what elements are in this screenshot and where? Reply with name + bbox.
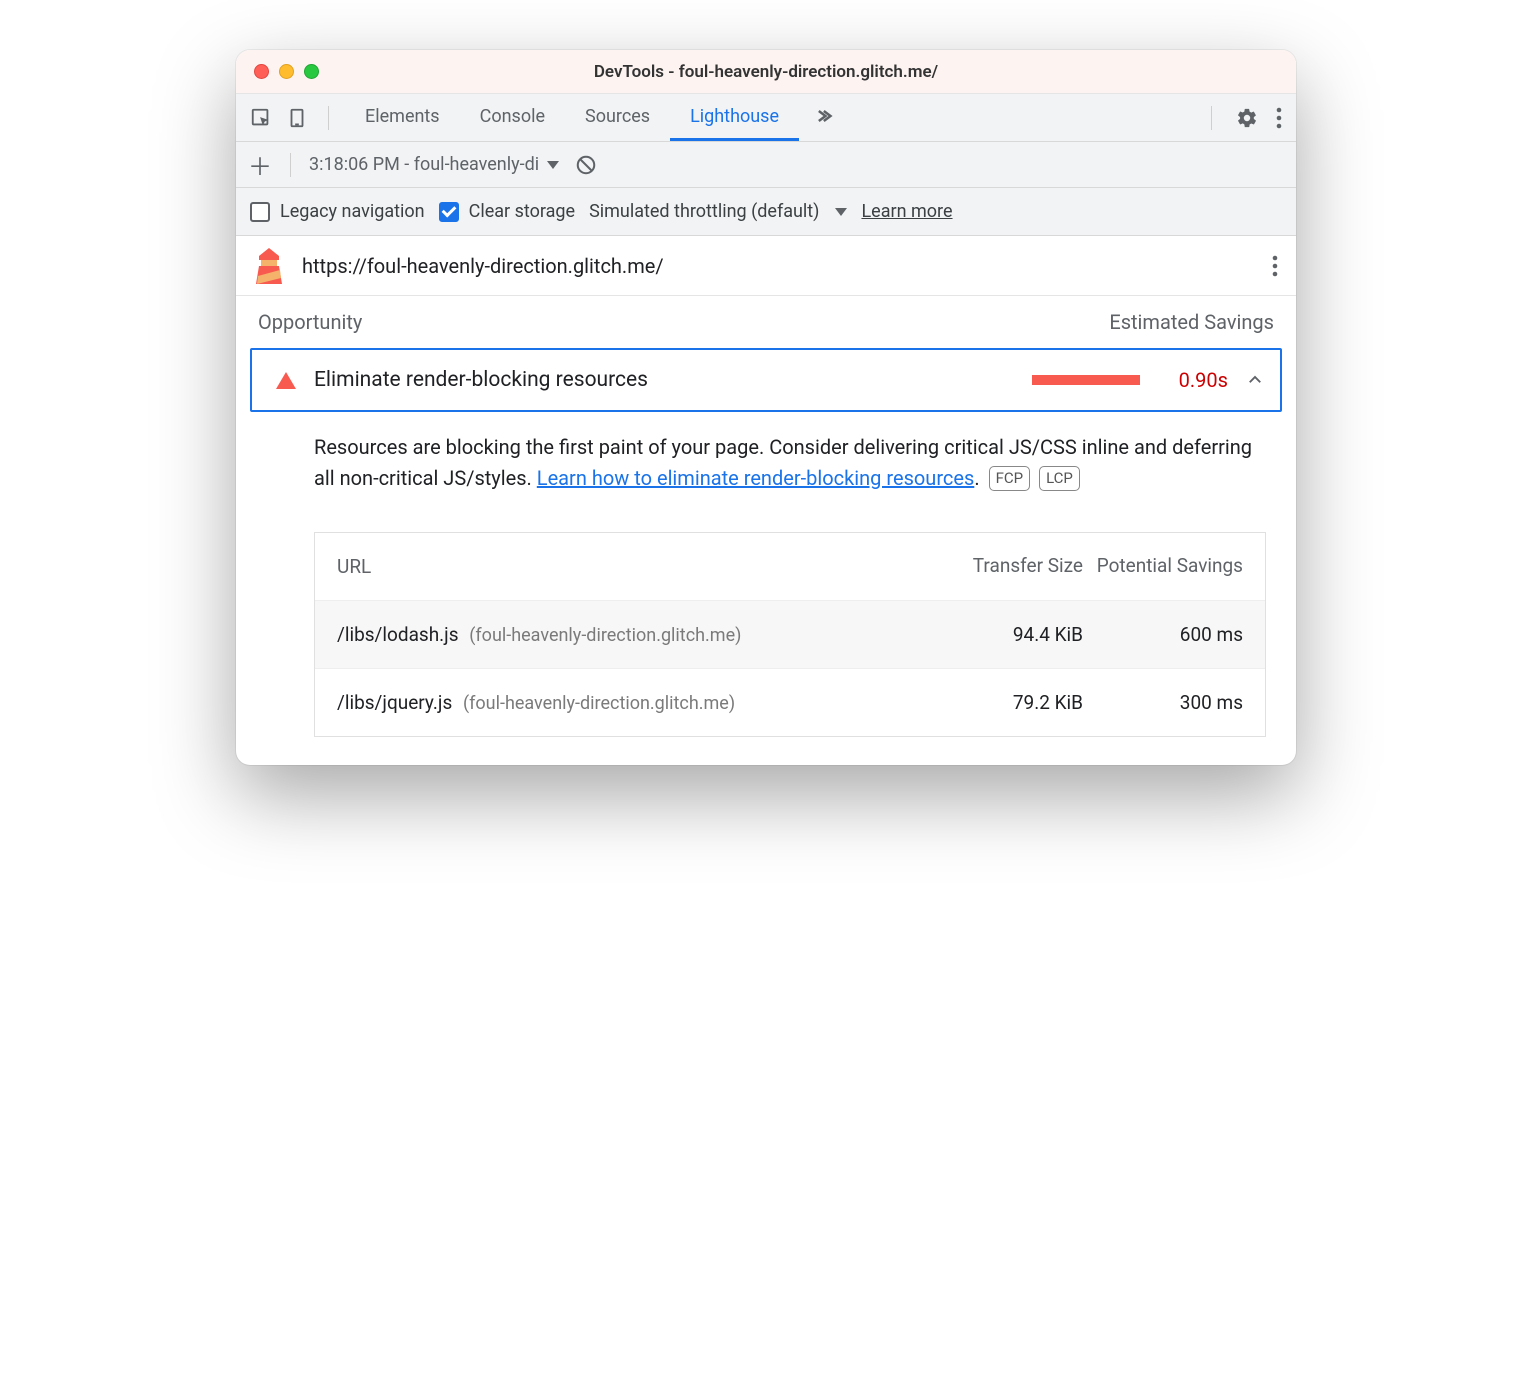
lighthouse-icon xyxy=(254,248,284,284)
report-label: 3:18:06 PM - foul-heavenly-di xyxy=(309,154,539,175)
traffic-lights xyxy=(236,64,319,79)
cell-savings: 600 ms xyxy=(1083,623,1243,646)
tab-lighthouse[interactable]: Lighthouse xyxy=(670,94,799,141)
cell-url: /libs/lodash.js (foul-heavenly-direction… xyxy=(337,623,933,646)
throttling-select[interactable]: Simulated throttling (default) xyxy=(589,201,847,222)
chevron-up-icon xyxy=(1246,371,1264,389)
device-toolbar-icon[interactable] xyxy=(286,107,308,129)
clear-storage-checkbox[interactable]: Clear storage xyxy=(439,201,575,222)
desc-post: . xyxy=(974,466,979,490)
lighthouse-toolbar: ＋ 3:18:06 PM - foul-heavenly-di xyxy=(236,142,1296,188)
legacy-nav-checkbox[interactable]: Legacy navigation xyxy=(250,201,425,222)
desc-learn-link[interactable]: Learn how to eliminate render-blocking r… xyxy=(537,466,975,490)
cell-url: /libs/jquery.js (foul-heavenly-direction… xyxy=(337,691,933,714)
window-title: DevTools - foul-heavenly-direction.glitc… xyxy=(236,62,1296,82)
legacy-nav-label: Legacy navigation xyxy=(280,201,425,222)
audit-title: Eliminate render-blocking resources xyxy=(314,368,648,392)
new-report-button[interactable]: ＋ xyxy=(248,147,272,182)
report-header: https://foul-heavenly-direction.glitch.m… xyxy=(236,236,1296,296)
audit-description: Resources are blocking the first paint o… xyxy=(236,412,1296,504)
block-icon[interactable] xyxy=(575,154,597,176)
caret-down-icon xyxy=(547,161,559,169)
inspect-element-icon[interactable] xyxy=(250,107,272,129)
fcp-badge: FCP xyxy=(989,466,1031,491)
divider xyxy=(1211,106,1212,130)
opportunity-header: Opportunity Estimated Savings xyxy=(236,296,1296,344)
caret-down-icon xyxy=(835,208,847,216)
panel-tabs: Elements Console Sources Lighthouse xyxy=(345,94,847,141)
checkbox-box xyxy=(250,202,270,222)
more-menu-icon[interactable] xyxy=(1276,107,1282,129)
tab-sources[interactable]: Sources xyxy=(565,94,670,141)
tab-elements[interactable]: Elements xyxy=(345,94,460,141)
options-bar: Legacy navigation Clear storage Simulate… xyxy=(236,188,1296,236)
divider xyxy=(328,106,329,130)
table-head: URL Transfer Size Potential Savings xyxy=(315,533,1265,600)
cell-savings: 300 ms xyxy=(1083,691,1243,714)
audit-savings-value: 0.90s xyxy=(1158,368,1228,392)
resources-table: URL Transfer Size Potential Savings /lib… xyxy=(314,532,1266,737)
tabs-overflow-icon[interactable] xyxy=(799,94,847,141)
close-window-button[interactable] xyxy=(254,64,269,79)
cell-size: 79.2 KiB xyxy=(933,691,1083,714)
cell-size: 94.4 KiB xyxy=(933,623,1083,646)
devtools-window: DevTools - foul-heavenly-direction.glitc… xyxy=(236,50,1296,765)
settings-icon[interactable] xyxy=(1236,107,1258,129)
lcp-badge: LCP xyxy=(1039,466,1080,491)
audit-render-blocking[interactable]: Eliminate render-blocking resources 0.90… xyxy=(250,348,1282,412)
titlebar: DevTools - foul-heavenly-direction.glitc… xyxy=(236,50,1296,94)
th-savings: Potential Savings xyxy=(1083,553,1243,580)
report-menu-icon[interactable] xyxy=(1272,255,1278,277)
divider xyxy=(290,153,291,177)
tab-console[interactable]: Console xyxy=(460,94,565,141)
learn-more-link[interactable]: Learn more xyxy=(861,201,952,222)
report-selector[interactable]: 3:18:06 PM - foul-heavenly-di xyxy=(309,154,559,175)
checkbox-box xyxy=(439,202,459,222)
throttling-label: Simulated throttling (default) xyxy=(589,201,819,222)
estimated-savings-label: Estimated Savings xyxy=(1109,310,1274,334)
tabs-row: Elements Console Sources Lighthouse xyxy=(236,94,1296,142)
table-row: /libs/lodash.js (foul-heavenly-direction… xyxy=(315,600,1265,668)
table-row: /libs/jquery.js (foul-heavenly-direction… xyxy=(315,668,1265,736)
zoom-window-button[interactable] xyxy=(304,64,319,79)
fail-triangle-icon xyxy=(276,372,296,389)
opportunity-label: Opportunity xyxy=(258,310,362,334)
th-url: URL xyxy=(337,555,933,578)
minimize-window-button[interactable] xyxy=(279,64,294,79)
clear-storage-label: Clear storage xyxy=(469,201,575,222)
savings-bar xyxy=(1032,375,1140,385)
th-size: Transfer Size xyxy=(933,553,1083,580)
report-url: https://foul-heavenly-direction.glitch.m… xyxy=(302,254,664,278)
